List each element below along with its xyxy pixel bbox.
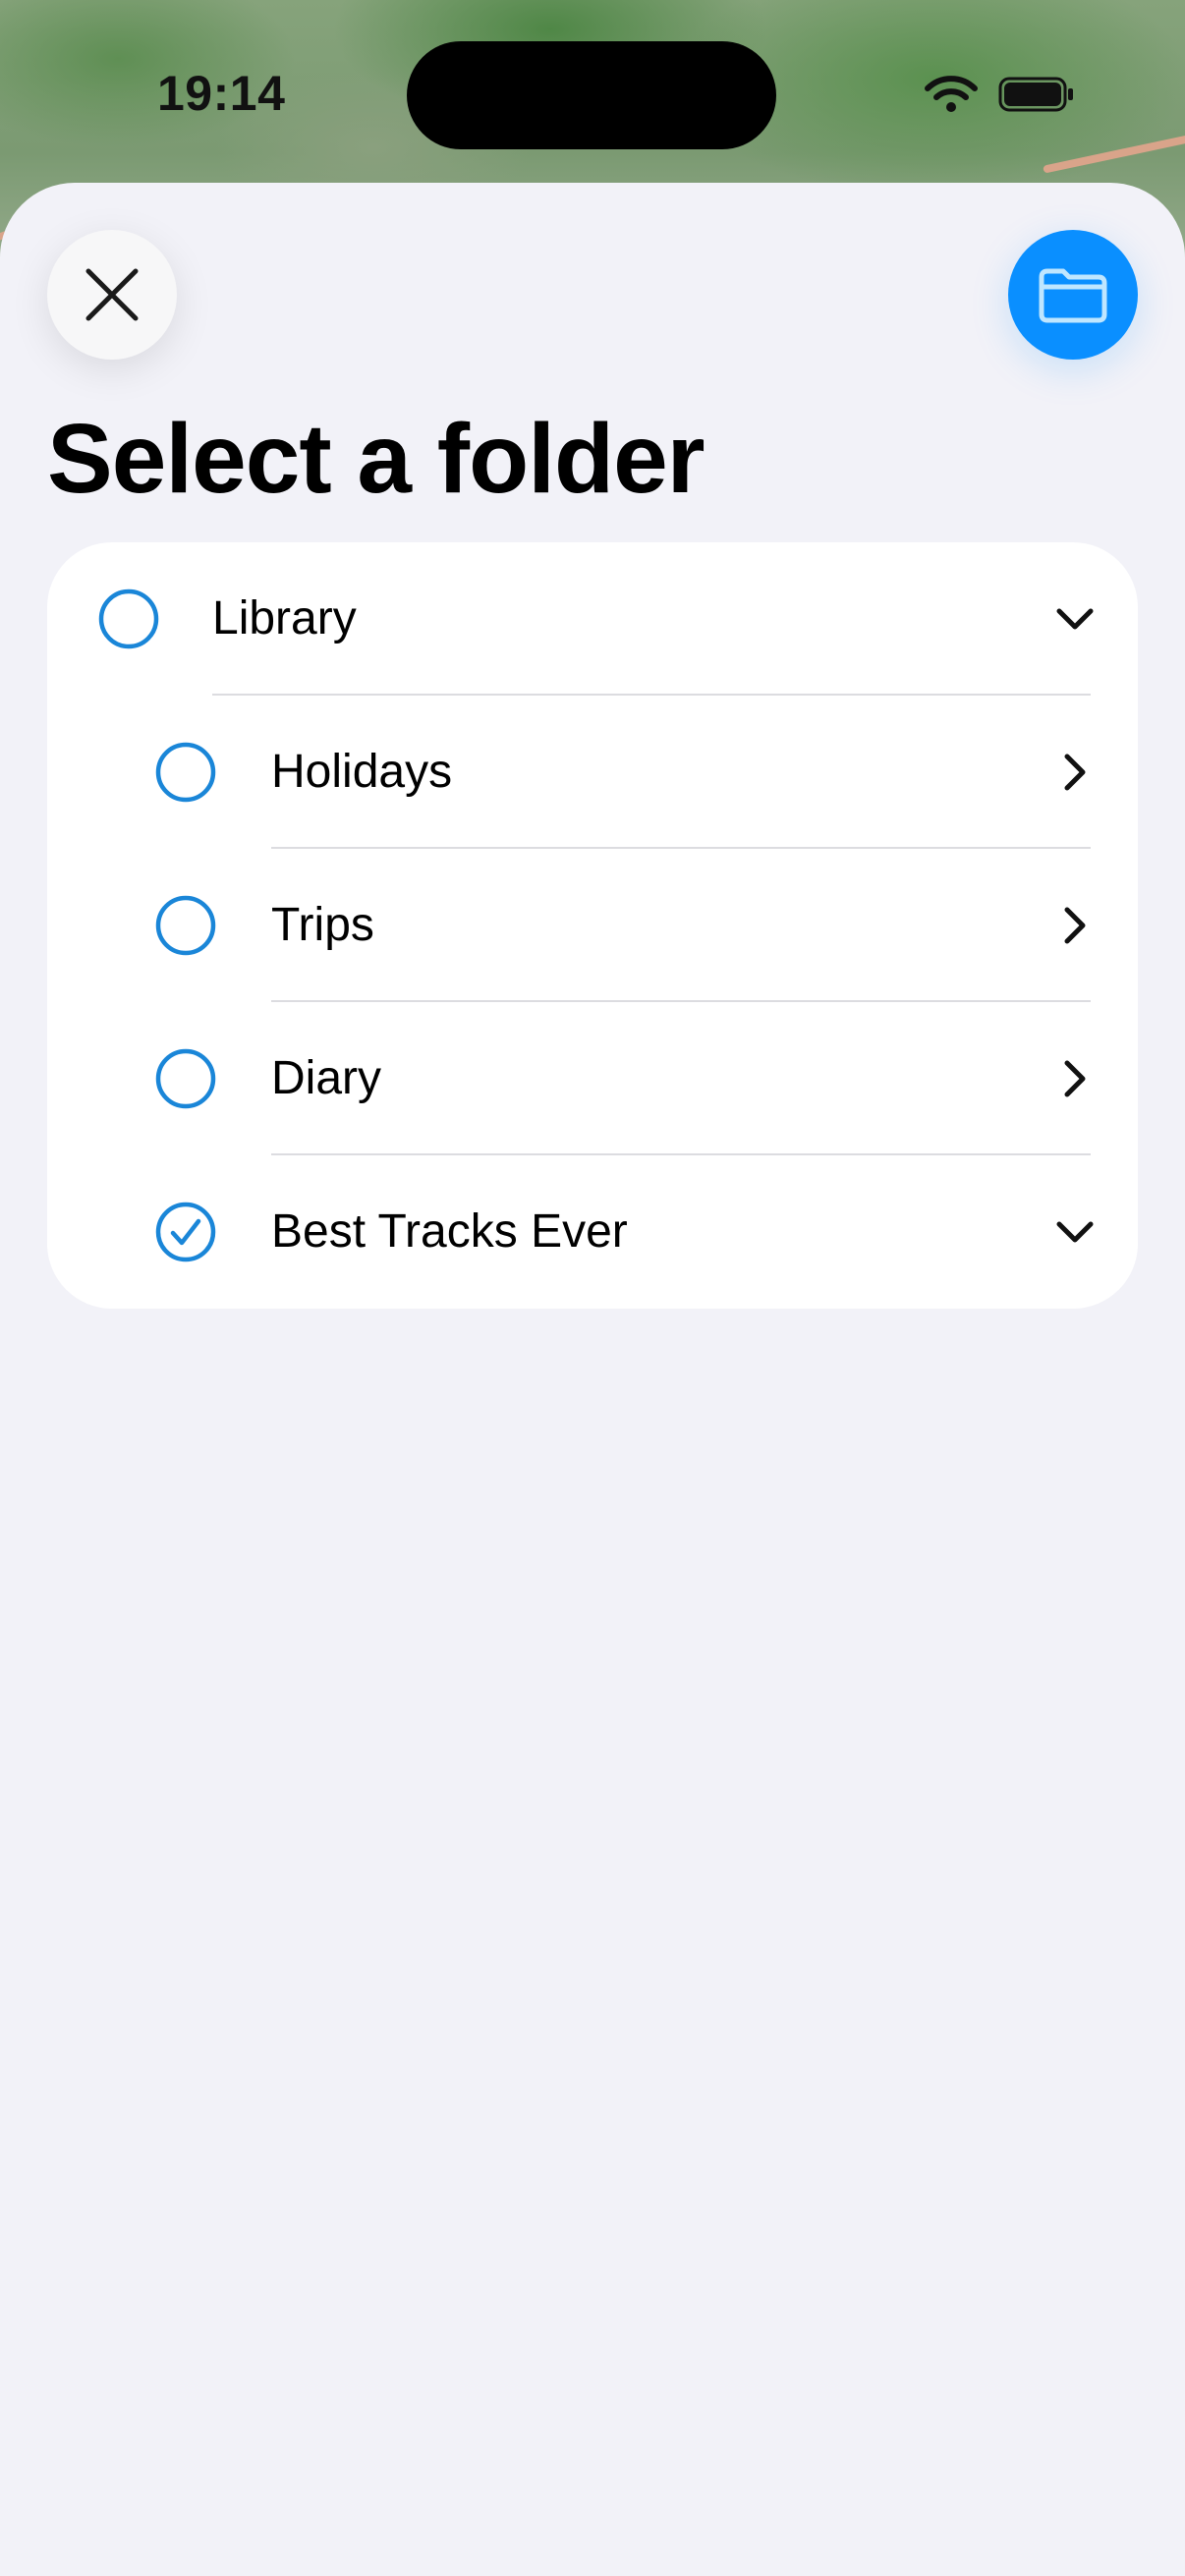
close-icon [85,268,139,321]
chevron-down-icon[interactable] [1051,1208,1099,1256]
folder-row-holidays[interactable]: Holidays [47,696,1138,849]
folder-row-library[interactable]: Library [47,542,1138,696]
folder-label: Library [212,592,357,644]
folder-label: Best Tracks Ever [271,1205,628,1258]
chevron-right-icon[interactable] [1051,749,1099,796]
chevron-down-icon[interactable] [1051,595,1099,643]
radio-unselected-icon[interactable] [98,588,159,649]
chevron-right-icon[interactable] [1051,902,1099,949]
folder-icon [1039,268,1107,323]
close-button[interactable] [47,230,177,360]
page-title: Select a folder [47,404,705,514]
chevron-right-icon[interactable] [1051,1055,1099,1102]
radio-selected-icon[interactable] [155,1202,216,1262]
radio-unselected-icon[interactable] [155,742,216,803]
folder-row-best-tracks-ever[interactable]: Best Tracks Ever [47,1155,1138,1309]
battery-icon [998,77,1073,112]
new-folder-button[interactable] [1008,230,1138,360]
folder-row-trips[interactable]: Trips [47,849,1138,1002]
radio-unselected-icon[interactable] [155,895,216,956]
folder-row-diary[interactable]: Diary [47,1002,1138,1155]
wifi-icon [925,76,978,112]
folder-label: Holidays [271,746,453,798]
radio-unselected-icon[interactable] [155,1048,216,1109]
folder-label: Trips [271,899,374,951]
folder-list: Library Holidays Trips Diary Best Tracks… [47,542,1138,1309]
status-time: 19:14 [157,66,286,121]
dynamic-island [407,41,776,149]
folder-label: Diary [271,1052,382,1104]
